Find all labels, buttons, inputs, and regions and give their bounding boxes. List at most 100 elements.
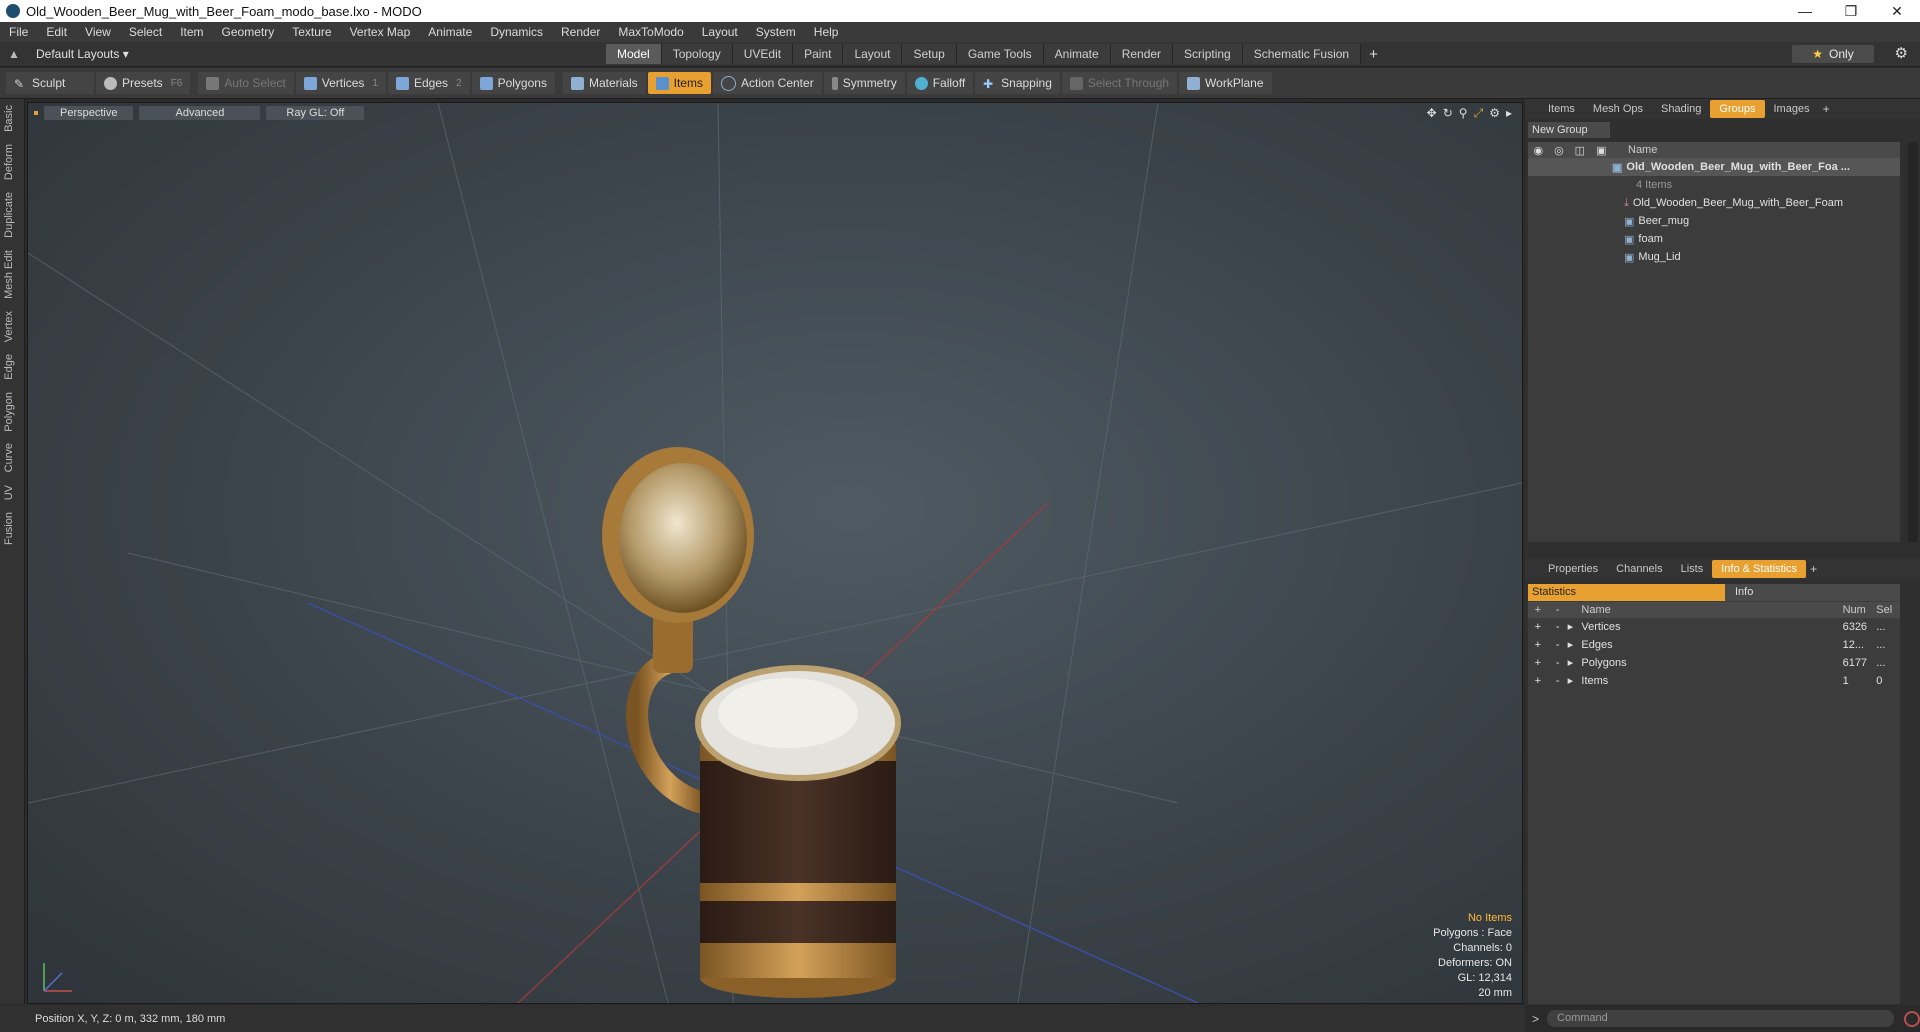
menu-view[interactable]: View: [76, 25, 120, 39]
list-item[interactable]: ▣ Beer_mug: [1528, 212, 1900, 230]
expand-plus-icon[interactable]: +: [1528, 654, 1548, 672]
left-tab-edge[interactable]: Edge: [0, 348, 24, 386]
menu-file[interactable]: File: [0, 25, 37, 39]
render-icon[interactable]: ◎: [1554, 144, 1564, 157]
advanced-button[interactable]: Advanced: [139, 106, 261, 120]
statistics-tab[interactable]: Statistics: [1528, 584, 1725, 601]
maximize-icon[interactable]: ❐: [1828, 0, 1874, 22]
new-group-button[interactable]: New Group: [1528, 122, 1610, 138]
lock-icon[interactable]: ◫: [1575, 144, 1585, 157]
tab-properties[interactable]: Properties: [1539, 560, 1607, 578]
auto-select-button[interactable]: Auto Select: [198, 72, 294, 94]
table-row[interactable]: + - ▸ Items 1 0: [1528, 672, 1900, 690]
only-button[interactable]: ★ Only: [1792, 45, 1874, 63]
edges-button[interactable]: Edges 2: [387, 72, 470, 94]
left-tab-deform[interactable]: Deform: [0, 138, 24, 186]
tab-images[interactable]: Images: [1765, 100, 1819, 118]
tab-uvedit[interactable]: UVEdit: [732, 44, 794, 64]
list-item[interactable]: ▣ foam: [1528, 230, 1900, 248]
gear-icon[interactable]: ⚙: [1895, 44, 1908, 62]
tab-scripting[interactable]: Scripting: [1173, 44, 1243, 64]
tab-model[interactable]: Model: [606, 44, 662, 64]
tab-groups[interactable]: Groups: [1710, 100, 1765, 118]
expand-arrow-icon[interactable]: ▸: [1506, 106, 1512, 121]
tab-mesh-ops[interactable]: Mesh Ops: [1584, 100, 1652, 118]
viewport-settings-icon[interactable]: ⚙: [1489, 106, 1500, 121]
layout-toggle-icon[interactable]: ▲: [6, 47, 22, 61]
select-through-button[interactable]: Select Through: [1061, 72, 1178, 94]
items-button[interactable]: Items: [647, 72, 711, 94]
menu-select[interactable]: Select: [120, 25, 171, 39]
tab-animate[interactable]: Animate: [1043, 44, 1111, 64]
workplane-button[interactable]: WorkPlane: [1179, 72, 1272, 94]
viewport-3d[interactable]: Perspective Advanced Ray GL: Off ✥ ↻ ⚲ ⤢…: [27, 102, 1523, 1004]
group-root-row[interactable]: ▣ Old_Wooden_Beer_Mug_with_Beer_Foa ...: [1528, 158, 1900, 176]
expand-plus-icon[interactable]: +: [1528, 636, 1548, 654]
menu-texture[interactable]: Texture: [283, 25, 340, 39]
sculpt-button[interactable]: ✎ Sculpt: [6, 72, 94, 94]
tab-schematic-fusion[interactable]: Schematic Fusion: [1242, 44, 1362, 64]
triangle-icon[interactable]: ▸: [1568, 672, 1582, 690]
expand-plus-icon[interactable]: +: [1528, 672, 1548, 690]
tab-render[interactable]: Render: [1110, 44, 1174, 64]
tab-paint[interactable]: Paint: [793, 44, 844, 64]
menu-dynamics[interactable]: Dynamics: [481, 25, 552, 39]
tab-shading[interactable]: Shading: [1652, 100, 1710, 118]
tab-lists[interactable]: Lists: [1672, 560, 1713, 578]
left-tab-mesh-edit[interactable]: Mesh Edit: [0, 244, 24, 305]
symmetry-button[interactable]: Symmetry: [823, 72, 905, 94]
add-tab-icon[interactable]: +: [1369, 46, 1378, 63]
close-icon[interactable]: ✕: [1874, 0, 1920, 22]
table-row[interactable]: + - ▸ Vertices 6326 ...: [1528, 618, 1900, 636]
falloff-button[interactable]: Falloff: [906, 72, 974, 94]
raygl-button[interactable]: Ray GL: Off: [266, 106, 365, 120]
tab-game-tools[interactable]: Game Tools: [956, 44, 1044, 64]
left-tab-vertex[interactable]: Vertex: [0, 305, 24, 348]
menu-geometry[interactable]: Geometry: [213, 25, 284, 39]
pan-icon[interactable]: ✥: [1427, 106, 1437, 121]
viewport-menu-icon[interactable]: [34, 111, 38, 115]
tab-layout[interactable]: Layout: [843, 44, 903, 64]
menu-help[interactable]: Help: [805, 25, 848, 39]
materials-button[interactable]: Materials: [562, 72, 646, 94]
left-tab-curve[interactable]: Curve: [0, 437, 24, 478]
left-tab-duplicate[interactable]: Duplicate: [0, 186, 24, 244]
left-tab-polygon[interactable]: Polygon: [0, 386, 24, 438]
tab-items[interactable]: Items: [1539, 100, 1584, 118]
menu-maxtomodo[interactable]: MaxToModo: [609, 25, 692, 39]
rotate-icon[interactable]: ↻: [1443, 106, 1453, 121]
menu-animate[interactable]: Animate: [419, 25, 481, 39]
expand-plus-icon[interactable]: +: [1528, 618, 1548, 636]
left-tab-basic[interactable]: Basic: [0, 99, 24, 138]
triangle-icon[interactable]: ▸: [1568, 618, 1582, 636]
add-info-tab-icon[interactable]: +: [1810, 562, 1817, 576]
presets-button[interactable]: Presets F6: [96, 72, 191, 94]
left-tab-uv[interactable]: UV: [0, 479, 24, 506]
vertices-button[interactable]: Vertices 1: [295, 72, 386, 94]
menu-vertex-map[interactable]: Vertex Map: [341, 25, 420, 39]
layouts-dropdown[interactable]: Default Layouts ▾: [36, 47, 606, 61]
minimize-icon[interactable]: —: [1782, 0, 1828, 22]
menu-item[interactable]: Item: [171, 25, 212, 39]
perspective-button[interactable]: Perspective: [44, 106, 134, 120]
table-row[interactable]: + - ▸ Polygons 6177 ...: [1528, 654, 1900, 672]
select-icon[interactable]: ▣: [1596, 144, 1606, 157]
record-icon[interactable]: [1904, 1010, 1920, 1027]
list-item[interactable]: ▣ Mug_Lid: [1528, 248, 1900, 266]
triangle-icon[interactable]: ▸: [1568, 654, 1582, 672]
left-tab-fusion[interactable]: Fusion: [0, 506, 24, 551]
command-input[interactable]: Command: [1547, 1010, 1895, 1027]
menu-edit[interactable]: Edit: [37, 25, 76, 39]
zoom-icon[interactable]: ⚲: [1459, 106, 1468, 121]
menu-system[interactable]: System: [747, 25, 805, 39]
list-item[interactable]: ⤓ Old_Wooden_Beer_Mug_with_Beer_Foam: [1528, 194, 1900, 212]
polygons-button[interactable]: Polygons: [471, 72, 555, 94]
visibility-icon[interactable]: ◉: [1533, 144, 1543, 157]
menu-render[interactable]: Render: [552, 25, 609, 39]
fit-icon[interactable]: ⤢: [1474, 106, 1484, 121]
table-row[interactable]: + - ▸ Edges 12... ...: [1528, 636, 1900, 654]
triangle-icon[interactable]: ▸: [1568, 636, 1582, 654]
tab-info-statistics[interactable]: Info & Statistics: [1712, 560, 1807, 578]
tab-channels[interactable]: Channels: [1607, 560, 1671, 578]
group-list-scrollbar[interactable]: [1908, 142, 1918, 542]
